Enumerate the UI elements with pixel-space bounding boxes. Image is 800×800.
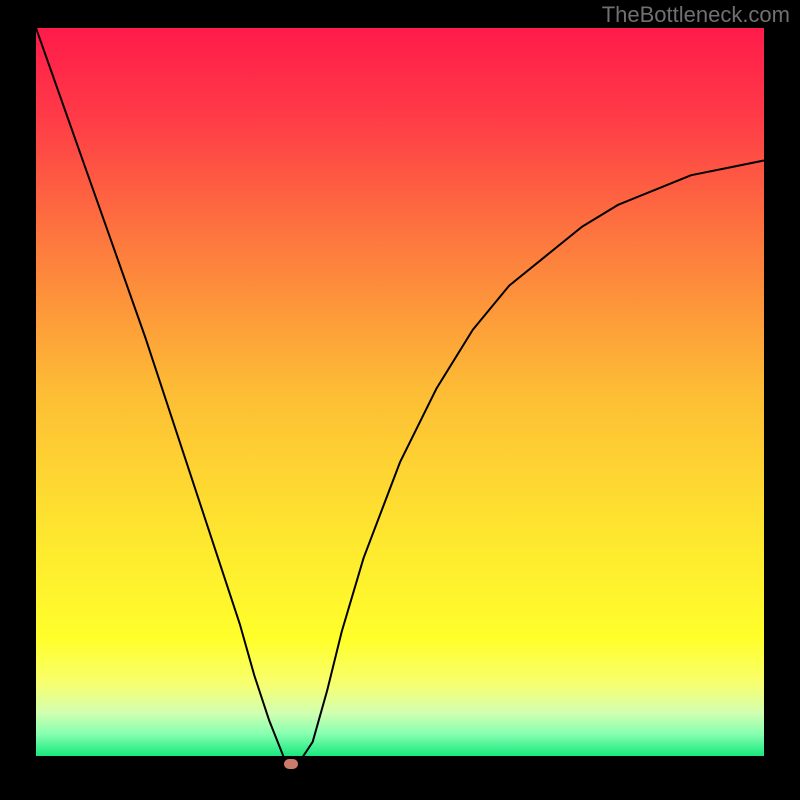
watermark-text: TheBottleneck.com xyxy=(602,2,790,28)
optimum-marker xyxy=(284,759,298,769)
plot-area xyxy=(36,28,764,764)
chart-frame: TheBottleneck.com xyxy=(0,0,800,800)
bottleneck-curve xyxy=(36,28,764,764)
